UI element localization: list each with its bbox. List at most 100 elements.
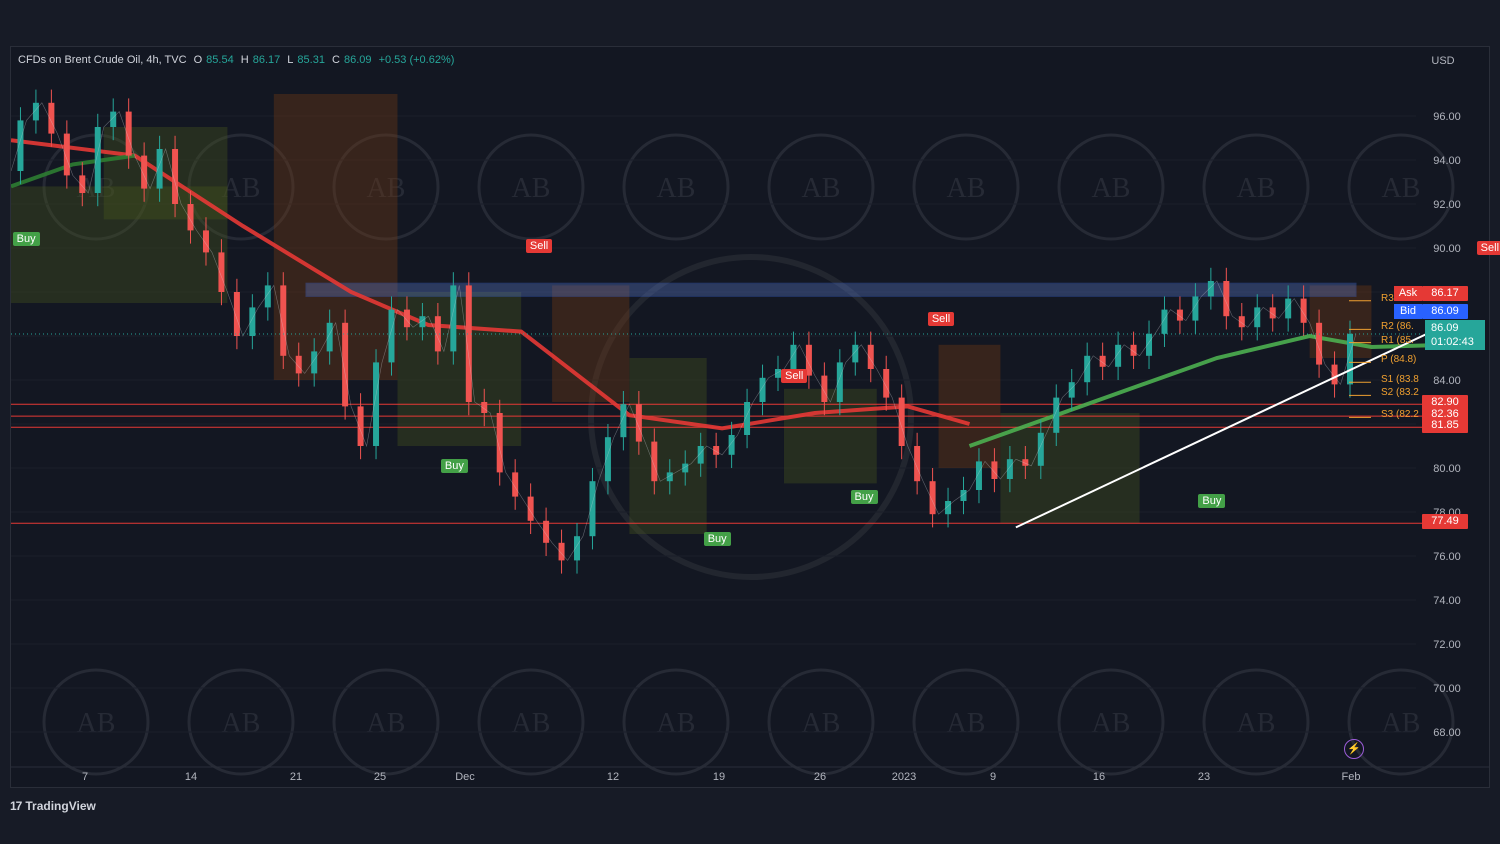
candle-body [48, 102, 55, 134]
watermark-text: AB [802, 173, 841, 204]
x-tick-label: 16 [1093, 771, 1105, 783]
candle-body [388, 309, 395, 363]
candle-body [759, 377, 766, 402]
candle-body [249, 307, 256, 336]
quote-price-tag: 86.17 [1422, 286, 1468, 301]
tradingview-logo-icon: 17 [10, 799, 22, 813]
candle-body [264, 285, 271, 308]
watermark-text: AB [512, 708, 551, 739]
sell-signal-label: Sell [927, 311, 955, 326]
level-price-tag: 81.85 [1422, 418, 1468, 434]
candle-body [1037, 432, 1044, 466]
high-value: 86.17 [252, 54, 281, 66]
open-label: O [193, 54, 203, 66]
open-value: 85.54 [206, 54, 234, 66]
candle-body [1146, 333, 1153, 356]
candle-body [1316, 322, 1323, 365]
y-tick-label: 80.00 [1433, 463, 1461, 475]
candle-body [512, 472, 519, 497]
candle-body [620, 404, 627, 438]
close-value: 86.09 [343, 54, 372, 66]
watermark-text: AB [657, 708, 696, 739]
watermark-text: AB [947, 708, 986, 739]
watermark-text: AB [1382, 708, 1421, 739]
y-tick-label: 96.00 [1433, 111, 1461, 123]
candle-body [527, 496, 534, 521]
x-tick-label: 21 [290, 771, 302, 783]
watermark-text: AB [1382, 173, 1421, 204]
candle-body [233, 292, 240, 336]
candle-body [604, 437, 611, 482]
shaded-zone [629, 358, 707, 534]
sell-signal-label: Sell [1476, 241, 1500, 256]
watermark-text: AB [367, 708, 406, 739]
brand-name: TradingView [25, 799, 96, 813]
pivot-label: S1 (83.8 [1381, 374, 1419, 386]
candle-body [373, 362, 380, 446]
y-tick-label: 72.00 [1433, 639, 1461, 651]
candle-body [156, 149, 163, 189]
symbol-title[interactable]: CFDs on Brent Crude Oil, 4h, TVC [18, 54, 187, 66]
quote-price-tag: 86.09 [1422, 304, 1468, 319]
watermark-text: AB [77, 708, 116, 739]
candle-body [589, 481, 596, 537]
candle-body [342, 322, 349, 407]
buy-signal-label: Buy [703, 531, 731, 546]
buy-signal-label: Buy [440, 459, 468, 473]
x-tick-label: 7 [82, 771, 88, 783]
candle-body [326, 322, 333, 352]
candle-body [836, 362, 843, 402]
y-tick-label: 68.00 [1433, 727, 1461, 739]
candle-body [883, 369, 890, 398]
shaded-zone [273, 94, 398, 380]
x-tick-label: 25 [374, 771, 386, 783]
candle-body [17, 120, 24, 171]
x-tick-label: 9 [990, 771, 996, 783]
shaded-zone [938, 344, 1001, 468]
tradingview-brand[interactable]: 17 TradingView [10, 799, 96, 813]
candle-body [187, 204, 194, 231]
x-tick-label: 14 [185, 771, 197, 783]
bar-countdown: 01:02:43 [1431, 336, 1474, 348]
candle-body [94, 127, 101, 193]
y-tick-label: 84.00 [1433, 375, 1461, 387]
candle-body [125, 111, 132, 156]
candle-body [1223, 281, 1230, 317]
candle-body [1161, 309, 1168, 334]
y-tick-label: 70.00 [1433, 683, 1461, 695]
x-tick-label: Dec [455, 771, 475, 783]
candle-body [898, 397, 905, 446]
high-label: H [240, 54, 249, 66]
pivot-label: P (84.8) [1381, 354, 1417, 366]
candle-body [1285, 298, 1292, 319]
chart-area[interactable]: ABABABABABABABABABABABABABABABABABABABAB… [10, 46, 1490, 788]
quote-side-label: Ask [1394, 286, 1422, 301]
y-tick-label: 74.00 [1433, 595, 1461, 607]
buy-signal-label: Buy [1198, 494, 1226, 509]
pivot-label: S2 (83.2 [1381, 387, 1419, 399]
watermark-text: AB [222, 708, 261, 739]
resistance-zone [305, 282, 1357, 297]
x-tick-label: 23 [1198, 771, 1210, 783]
lightning-icon[interactable]: ⚡ [1344, 739, 1364, 759]
chart-canvas[interactable]: ABABABABABABABABABABABABABABABABABABABAB… [11, 47, 1489, 787]
low-value: 85.31 [297, 54, 325, 66]
candle-body [574, 536, 581, 561]
x-tick-label: 19 [713, 771, 725, 783]
change-value: +0.53 (+0.62%) [378, 54, 455, 66]
pivot-label: R3 [1381, 292, 1394, 304]
pivot-label: S3 (82.2 [1381, 409, 1419, 421]
y-tick-label: 92.00 [1433, 199, 1461, 211]
candle-body [450, 285, 457, 352]
candle-body [975, 461, 982, 490]
candle-body [744, 402, 751, 435]
close-label: C [332, 54, 340, 66]
candle-body [172, 149, 179, 204]
candle-body [1053, 397, 1060, 433]
candle-body [357, 406, 364, 446]
last-price: 86.09 [1431, 322, 1459, 334]
quote-side-label: Bid [1394, 304, 1422, 319]
watermark-text: AB [1237, 173, 1276, 204]
candle-body [141, 155, 148, 189]
watermark-text: AB [657, 173, 696, 204]
